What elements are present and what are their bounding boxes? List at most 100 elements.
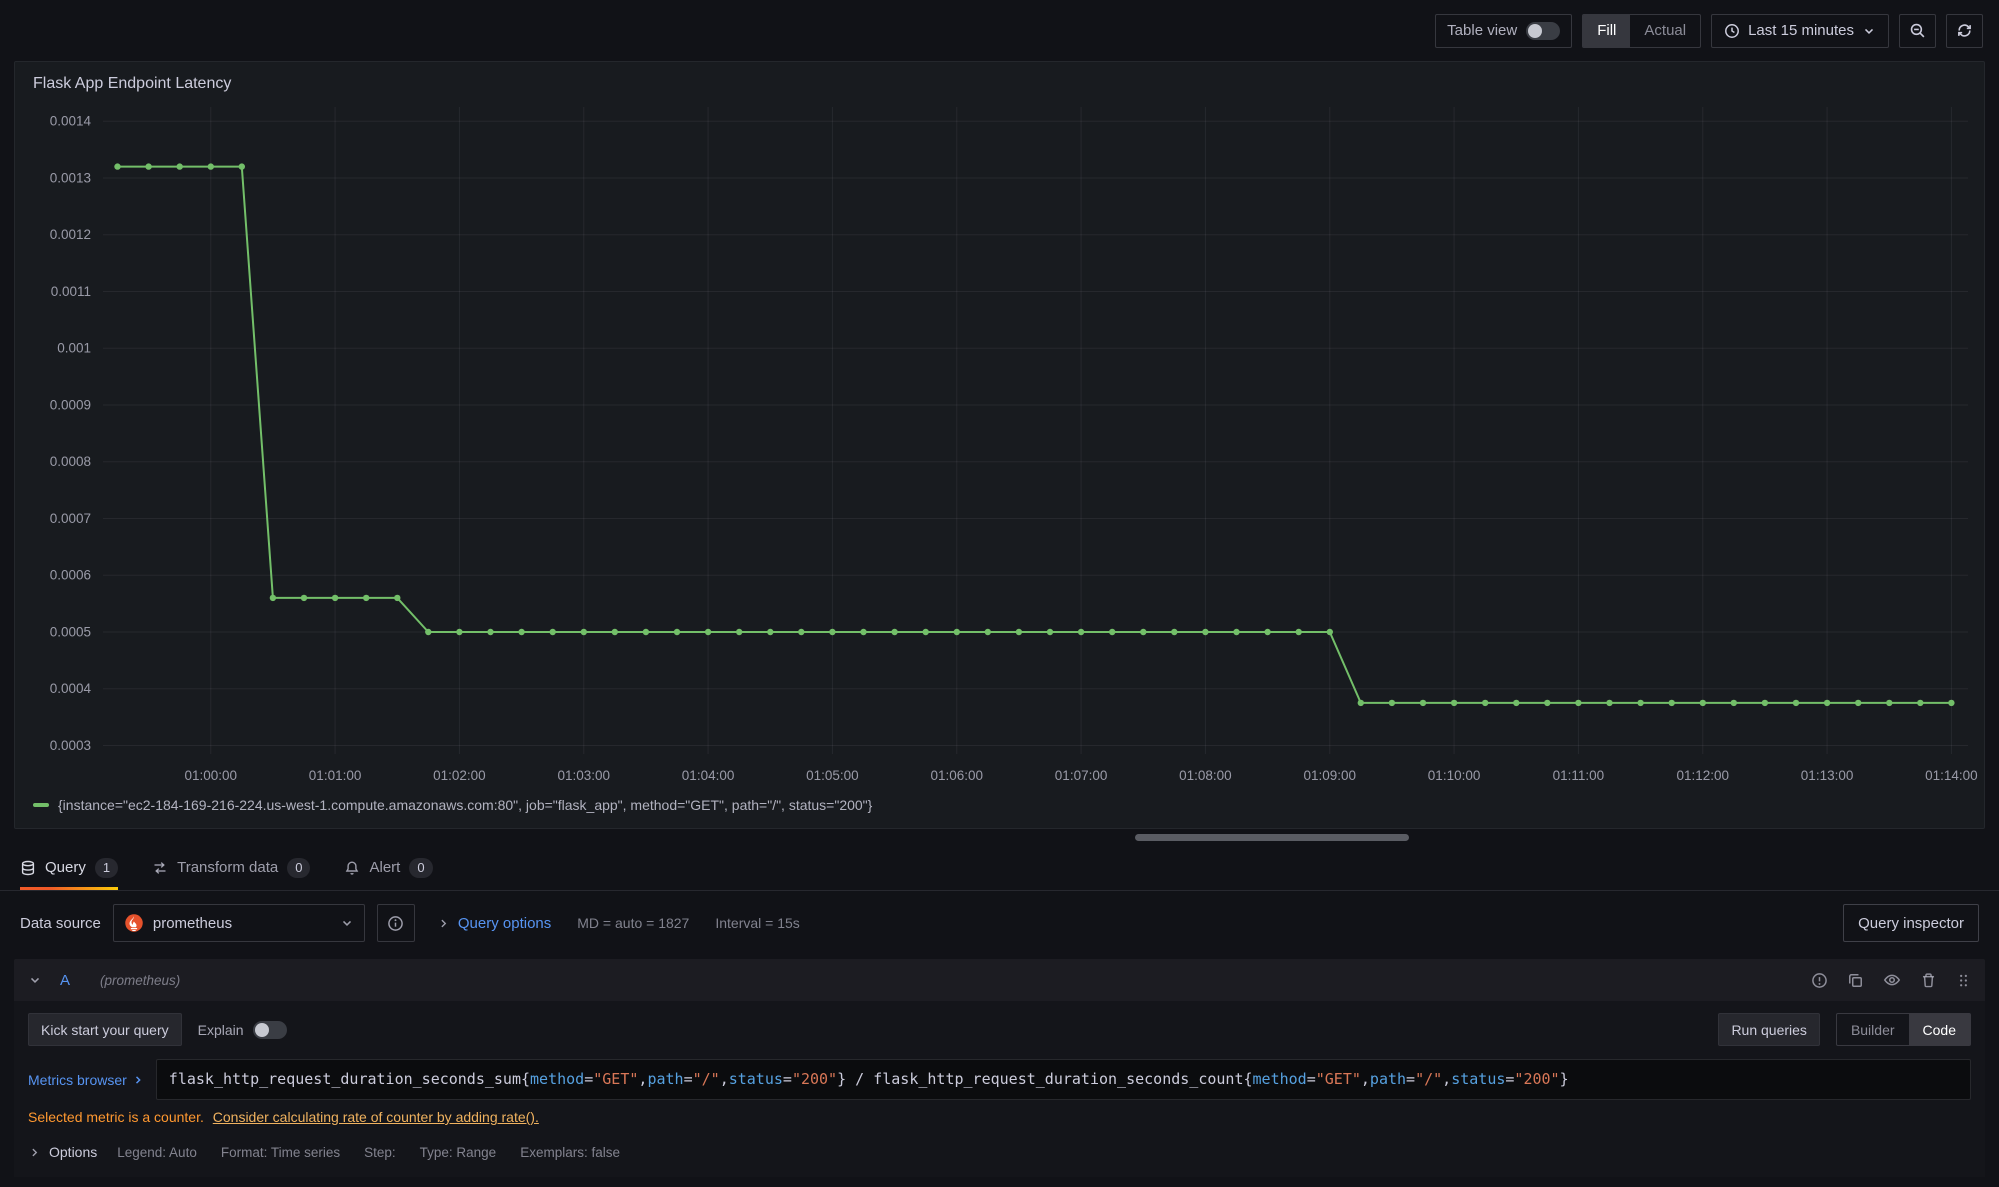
svg-text:01:13:00: 01:13:00 <box>1801 768 1854 783</box>
bell-icon <box>344 860 360 876</box>
duplicate-query-icon[interactable] <box>1847 972 1864 989</box>
info-circle-icon <box>387 915 404 932</box>
datasource-help-button[interactable] <box>377 904 415 942</box>
query-row-header[interactable]: A (prometheus) <box>14 959 1985 1001</box>
database-icon <box>20 860 36 876</box>
time-range-picker[interactable]: Last 15 minutes <box>1711 14 1889 48</box>
svg-text:0.0009: 0.0009 <box>50 397 91 412</box>
run-queries-button[interactable]: Run queries <box>1718 1013 1820 1046</box>
svg-text:01:06:00: 01:06:00 <box>930 768 983 783</box>
svg-text:01:12:00: 01:12:00 <box>1676 768 1729 783</box>
table-view-control: Table view <box>1435 14 1572 48</box>
warning-hint-link[interactable]: Consider calculating rate of counter by … <box>213 1109 539 1125</box>
svg-text:0.0003: 0.0003 <box>50 738 91 753</box>
remove-query-trash-icon[interactable] <box>1920 972 1937 989</box>
zoom-out-icon <box>1909 22 1926 39</box>
tab-alert-count: 0 <box>409 858 432 878</box>
editor-tabs: Query 1 Transform data 0 Alert 0 <box>0 845 1999 891</box>
query-editor-card: A (prometheus) Kick start your query <box>14 959 1985 1177</box>
tab-query-count: 1 <box>95 858 118 878</box>
svg-text:01:00:00: 01:00:00 <box>184 768 237 783</box>
tab-transform-count: 0 <box>287 858 310 878</box>
chart-svg: 0.00030.00040.00050.00060.00070.00080.00… <box>15 97 1984 792</box>
horizontal-scrollbar <box>0 829 1999 845</box>
svg-text:0.0005: 0.0005 <box>50 624 91 639</box>
query-editor-body: Kick start your query Explain Run querie… <box>14 1001 1985 1177</box>
options-summary-row[interactable]: Options Legend: AutoFormat: Time seriesS… <box>28 1137 1971 1167</box>
query-ref-id: A <box>60 972 70 989</box>
prometheus-icon <box>124 913 144 933</box>
tab-query-label: Query <box>45 859 86 876</box>
chevron-right-icon <box>132 1074 144 1086</box>
builder-mode-button[interactable]: Builder <box>1837 1014 1909 1045</box>
fill-button[interactable]: Fill <box>1583 15 1630 47</box>
chart-legend[interactable]: {instance="ec2-184-169-216-224.us-west-1… <box>15 792 1984 828</box>
svg-text:0.0012: 0.0012 <box>50 227 91 242</box>
svg-text:01:02:00: 01:02:00 <box>433 768 486 783</box>
datasource-picker[interactable]: prometheus <box>113 904 365 942</box>
options-summary-items: Legend: AutoFormat: Time seriesStep:Type… <box>117 1145 620 1160</box>
zoom-out-button[interactable] <box>1899 14 1936 48</box>
promql-expression-input[interactable]: flask_http_request_duration_seconds_sum{… <box>156 1059 1971 1100</box>
query-help-icon[interactable] <box>1811 972 1828 989</box>
clock-icon <box>1724 23 1740 39</box>
latency-chart-plot[interactable]: 0.00030.00040.00050.00060.00070.00080.00… <box>15 97 1984 792</box>
query-expression: flask_http_request_duration_seconds_sum{… <box>169 1070 1569 1088</box>
explain-control: Explain <box>198 1021 287 1039</box>
svg-text:01:11:00: 01:11:00 <box>1553 768 1605 783</box>
table-view-toggle[interactable] <box>1526 22 1560 40</box>
warning-text: Selected metric is a counter. <box>28 1109 204 1125</box>
svg-text:01:01:00: 01:01:00 <box>309 768 362 783</box>
metrics-browser-label: Metrics browser <box>28 1072 127 1088</box>
svg-text:01:08:00: 01:08:00 <box>1179 768 1232 783</box>
query-toolbar-row: Kick start your query Explain Run querie… <box>28 1013 1971 1046</box>
legend-series-label: {instance="ec2-184-169-216-224.us-west-1… <box>58 797 872 813</box>
svg-text:0.0013: 0.0013 <box>50 170 91 185</box>
options-label: Options <box>49 1144 97 1160</box>
chevron-down-icon <box>340 916 354 930</box>
svg-text:01:03:00: 01:03:00 <box>557 768 610 783</box>
kick-start-query-button[interactable]: Kick start your query <box>28 1013 182 1046</box>
svg-text:01:04:00: 01:04:00 <box>682 768 735 783</box>
tab-query[interactable]: Query 1 <box>20 845 118 890</box>
tab-transform-data[interactable]: Transform data 0 <box>152 845 310 890</box>
tab-transform-label: Transform data <box>177 859 278 876</box>
counter-warning-row: Selected metric is a counter. Consider c… <box>28 1109 1971 1125</box>
query-datasource-hint: (prometheus) <box>100 973 180 988</box>
chevron-right-icon <box>437 917 450 930</box>
query-row-actions <box>1811 971 1971 989</box>
svg-text:01:07:00: 01:07:00 <box>1055 768 1108 783</box>
chart-area: 0.00030.00040.00050.00060.00070.00080.00… <box>15 97 1984 792</box>
refresh-icon <box>1956 22 1973 39</box>
drag-handle-icon[interactable] <box>1956 973 1971 988</box>
svg-text:0.0007: 0.0007 <box>50 511 91 526</box>
query-options-toggle[interactable]: Query options <box>437 915 551 932</box>
panel-title[interactable]: Flask App Endpoint Latency <box>15 62 1984 97</box>
tab-alert-label: Alert <box>369 859 400 876</box>
explain-toggle[interactable] <box>253 1021 287 1039</box>
svg-text:01:14:00: 01:14:00 <box>1925 768 1978 783</box>
collapse-chevron-icon[interactable] <box>28 973 42 987</box>
panel-edit-toolbar: Table view Fill Actual Last 15 minutes <box>0 0 1999 61</box>
time-range-label: Last 15 minutes <box>1748 22 1854 39</box>
builder-code-switch: Builder Code <box>1836 1013 1971 1046</box>
svg-text:0.0008: 0.0008 <box>50 454 91 469</box>
datasource-label: Data source <box>20 915 101 932</box>
options-summary-item: Exemplars: false <box>520 1145 620 1160</box>
options-summary-item: Legend: Auto <box>117 1145 197 1160</box>
svg-text:01:05:00: 01:05:00 <box>806 768 859 783</box>
toggle-knob <box>1528 24 1542 38</box>
actual-button[interactable]: Actual <box>1630 15 1700 47</box>
promql-editor-row: Metrics browser flask_http_request_durat… <box>28 1059 1971 1100</box>
query-inspector-button[interactable]: Query inspector <box>1843 904 1979 942</box>
tab-alert[interactable]: Alert 0 <box>344 845 432 890</box>
refresh-button[interactable] <box>1946 14 1983 48</box>
scrollbar-thumb[interactable] <box>1135 834 1409 841</box>
options-summary-item: Step: <box>364 1145 396 1160</box>
code-mode-button[interactable]: Code <box>1909 1014 1970 1045</box>
datasource-selected: prometheus <box>153 915 331 932</box>
latency-panel: Flask App Endpoint Latency 0.00030.00040… <box>14 61 1985 829</box>
toggle-knob <box>255 1023 269 1037</box>
disable-query-eye-icon[interactable] <box>1883 971 1901 989</box>
metrics-browser-toggle[interactable]: Metrics browser <box>28 1072 144 1088</box>
